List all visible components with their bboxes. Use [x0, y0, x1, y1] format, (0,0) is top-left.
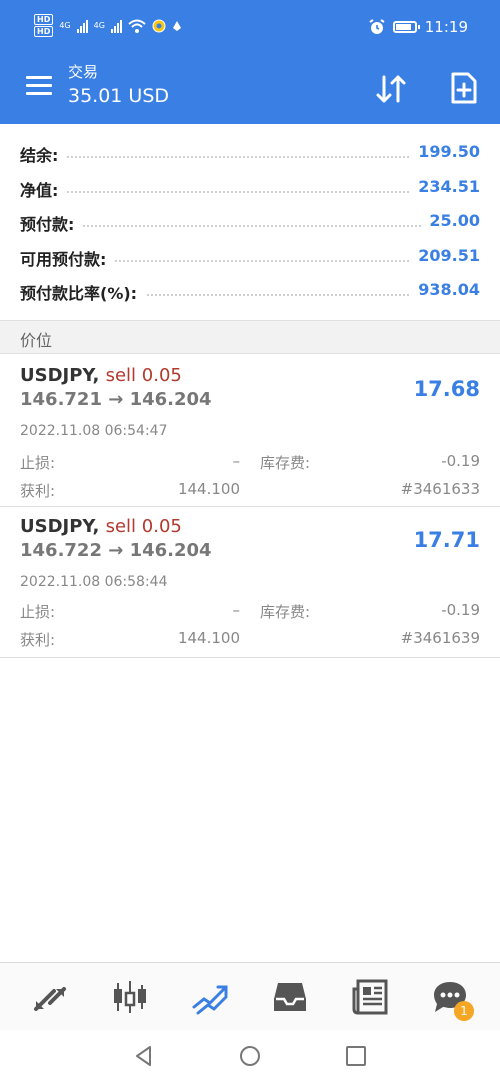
take-profit-value: 144.100: [177, 480, 240, 498]
signal-icon: [110, 19, 122, 33]
ticket-number: #3461639: [400, 629, 480, 647]
system-navigation-bar: [0, 1030, 500, 1083]
swap-value: -0.19: [441, 601, 480, 619]
position-row[interactable]: USDJPY, sell 0.05 146.721 → 146.204 17.6…: [0, 355, 500, 507]
swap-value: -0.19: [441, 452, 480, 470]
status-left: HD HD 4G 4G: [34, 14, 182, 37]
position-row[interactable]: USDJPY, sell 0.05 146.722 → 146.204 17.7…: [0, 506, 500, 658]
summary-value: 199.50: [410, 142, 480, 161]
take-profit-value: 144.100: [177, 629, 240, 647]
sort-icon[interactable]: [374, 72, 408, 106]
swap-label: 库存费:: [260, 603, 311, 621]
summary-label: 预付款:: [20, 211, 83, 235]
account-summary: 结余: 199.50 净值: 234.51 预付款: 25.00 可用预付款: …: [0, 136, 500, 309]
position-prices: 146.721 → 146.204: [20, 389, 212, 410]
position-symbol: USDJPY,: [20, 365, 100, 386]
stop-loss-value: –: [232, 601, 241, 619]
summary-row-balance: 结余: 199.50: [0, 136, 500, 171]
position-symbol: USDJPY,: [20, 516, 100, 537]
app-notification-icon: [172, 20, 181, 31]
position-profit: 17.71: [413, 528, 480, 552]
take-profit-label: 获利:: [20, 631, 56, 649]
title-block: 交易 35.01 USD: [68, 62, 169, 110]
take-profit-label: 获利:: [20, 482, 56, 500]
position-open-time: 2022.11.08 06:58:44: [20, 574, 168, 590]
swap-label: 库存费:: [260, 454, 311, 472]
position-detail-line: 获利: 144.100 #3461633: [20, 480, 480, 502]
summary-row-equity: 净值: 234.51: [0, 171, 500, 206]
bottom-navigation: 1: [0, 962, 500, 1030]
summary-value: 209.51: [410, 245, 480, 265]
network-label: 4G: [59, 21, 71, 30]
battery-icon: [392, 21, 420, 33]
home-icon[interactable]: [238, 1044, 262, 1068]
status-right: 11:19: [369, 18, 468, 36]
alarm-icon: [369, 19, 385, 34]
news-icon[interactable]: [350, 977, 390, 1017]
stop-loss-label: 止损:: [20, 603, 56, 621]
balance-subtitle: 35.01 USD: [68, 85, 170, 107]
position-side: sell 0.05: [105, 365, 182, 386]
summary-row-margin: 预付款: 25.00: [0, 205, 500, 240]
chat-button[interactable]: 1: [430, 977, 474, 1021]
summary-label: 结余:: [20, 142, 67, 166]
app-bar: 交易 35.01 USD: [0, 56, 500, 124]
page-title: 交易: [68, 63, 99, 81]
stop-loss-label: 止损:: [20, 454, 56, 472]
position-prices: 146.722 → 146.204: [20, 540, 212, 561]
quotes-icon[interactable]: [30, 977, 70, 1017]
app-notification-icon: [152, 19, 166, 32]
summary-row-margin-level: 预付款比率(%): 938.04: [0, 274, 500, 309]
section-title: 价位: [20, 331, 53, 350]
notification-badge: 1: [454, 1001, 474, 1021]
status-bar: HD HD 4G 4G 11:19: [0, 0, 500, 56]
position-side: sell 0.05: [105, 516, 182, 537]
position-open-time: 2022.11.08 06:54:47: [20, 423, 168, 439]
new-order-icon[interactable]: [450, 71, 478, 105]
position-title: USDJPY, sell 0.05: [20, 365, 182, 386]
menu-icon[interactable]: [26, 76, 52, 96]
summary-value: 938.04: [410, 280, 480, 299]
wifi-icon: [128, 19, 146, 33]
history-icon[interactable]: [270, 977, 310, 1017]
stop-loss-value: –: [232, 452, 241, 470]
summary-label: 可用预付款:: [20, 245, 115, 270]
signal-icon: [76, 19, 88, 33]
chart-icon[interactable]: [110, 977, 150, 1017]
summary-label: 预付款比率(%):: [20, 280, 146, 304]
position-profit: 17.68: [413, 377, 480, 401]
recents-icon[interactable]: [344, 1044, 368, 1068]
trade-icon[interactable]: [190, 977, 230, 1017]
clock: 11:19: [424, 18, 468, 36]
summary-label: 净值:: [20, 176, 67, 201]
position-detail-line: 止损: – 库存费: -0.19: [20, 601, 480, 623]
position-title: USDJPY, sell 0.05: [20, 516, 182, 537]
position-detail-line: 获利: 144.100 #3461639: [20, 629, 480, 651]
back-icon[interactable]: [132, 1044, 156, 1068]
summary-value: 234.51: [410, 176, 480, 196]
ticket-number: #3461633: [400, 480, 480, 498]
hd-badge: HD: [34, 14, 54, 25]
hd-badge: HD: [34, 26, 54, 37]
section-header-positions: 价位: [0, 320, 500, 354]
position-detail-line: 止损: – 库存费: -0.19: [20, 452, 480, 474]
network-label: 4G: [93, 21, 105, 30]
summary-value: 25.00: [421, 211, 480, 230]
summary-row-free-margin: 可用预付款: 209.51: [0, 240, 500, 275]
